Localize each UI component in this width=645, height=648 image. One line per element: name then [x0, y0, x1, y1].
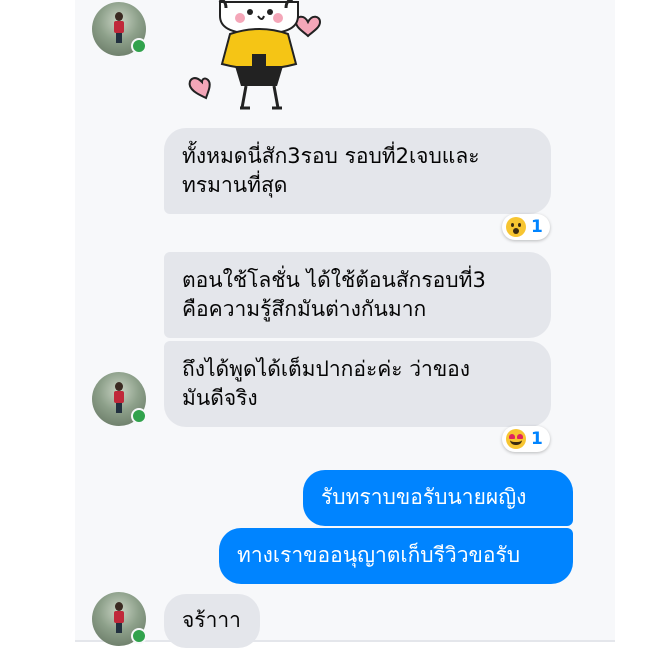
- online-status-indicator: [131, 628, 147, 644]
- sticker-girl-hearts[interactable]: [180, 0, 340, 112]
- message-reaction[interactable]: 1: [502, 214, 550, 240]
- surprised-face-icon: [506, 217, 526, 237]
- bottom-divider: [75, 640, 615, 642]
- right-margin: [615, 0, 645, 645]
- contact-avatar[interactable]: [92, 372, 147, 426]
- outgoing-message[interactable]: ทางเราขออนุญาตเก็บรีวิวขอรับ: [219, 528, 573, 584]
- online-status-indicator: [131, 408, 147, 424]
- reaction-count: 1: [531, 217, 543, 237]
- heart-icon: [188, 77, 211, 100]
- heart-icon: [294, 15, 322, 38]
- incoming-message[interactable]: ถึงได้พูดได้เต็มปากอ่ะค่ะ ว่าของ มันดีจร…: [164, 341, 551, 427]
- outgoing-message[interactable]: รับทราบขอรับนายผญิง: [303, 470, 573, 526]
- incoming-message[interactable]: จร้าาา: [164, 594, 260, 648]
- incoming-message[interactable]: ตอนใช้โลชั่น ได้ใช้ต้อนสักรอบที่3 คือควา…: [164, 252, 551, 338]
- contact-avatar[interactable]: [92, 592, 147, 646]
- contact-avatar[interactable]: [92, 2, 147, 56]
- online-status-indicator: [131, 38, 147, 54]
- message-reaction[interactable]: 1: [502, 426, 550, 452]
- left-margin: [0, 0, 75, 645]
- reaction-count: 1: [531, 429, 543, 449]
- incoming-message[interactable]: ทั้งหมดนี่สัก3รอบ รอบที่2เจบและ ทรมานที่…: [164, 128, 551, 214]
- heart-eyes-face-icon: [506, 429, 526, 449]
